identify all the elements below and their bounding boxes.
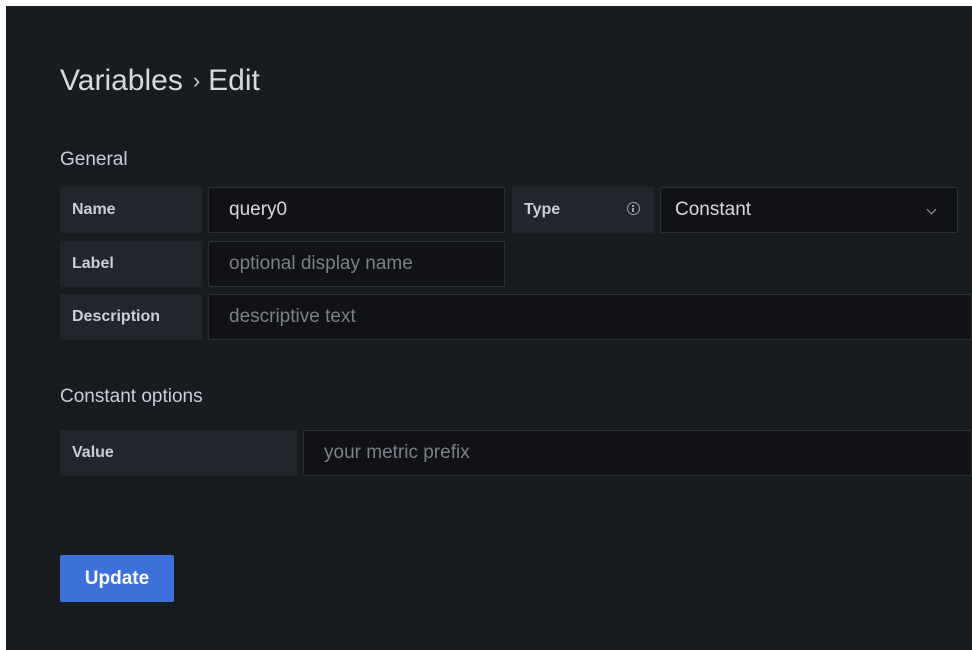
value-input[interactable]: your metric prefix <box>303 430 972 476</box>
breadcrumb-edit: Edit <box>208 64 260 97</box>
type-select-value: Constant <box>675 199 752 220</box>
name-input-value: query0 <box>229 199 288 220</box>
description-input-placeholder: descriptive text <box>229 306 356 327</box>
description-label: Description <box>60 294 202 340</box>
label-label: Label <box>60 241 202 287</box>
label-input[interactable]: optional display name <box>208 241 505 287</box>
chevron-down-icon <box>926 204 937 215</box>
type-label: Type <box>512 187 654 233</box>
general-section-title: General <box>60 149 128 170</box>
value-label: Value <box>60 430 297 476</box>
breadcrumb-variables[interactable]: Variables <box>60 64 183 98</box>
info-icon[interactable] <box>627 202 640 215</box>
name-input[interactable]: query0 <box>208 187 505 233</box>
description-input[interactable]: descriptive text <box>208 294 972 340</box>
page-title: Variables › Edit <box>60 64 260 98</box>
type-label-text: Type <box>524 201 561 218</box>
constant-options-section-title: Constant options <box>60 386 203 407</box>
breadcrumb-separator: › <box>192 68 201 93</box>
update-button[interactable]: Update <box>60 555 174 602</box>
label-input-placeholder: optional display name <box>229 253 413 274</box>
name-label: Name <box>60 187 202 233</box>
value-input-placeholder: your metric prefix <box>324 442 470 463</box>
variable-editor-panel: Variables › Edit General Name query0 Typ… <box>6 6 972 650</box>
type-select[interactable]: Constant <box>660 187 958 233</box>
